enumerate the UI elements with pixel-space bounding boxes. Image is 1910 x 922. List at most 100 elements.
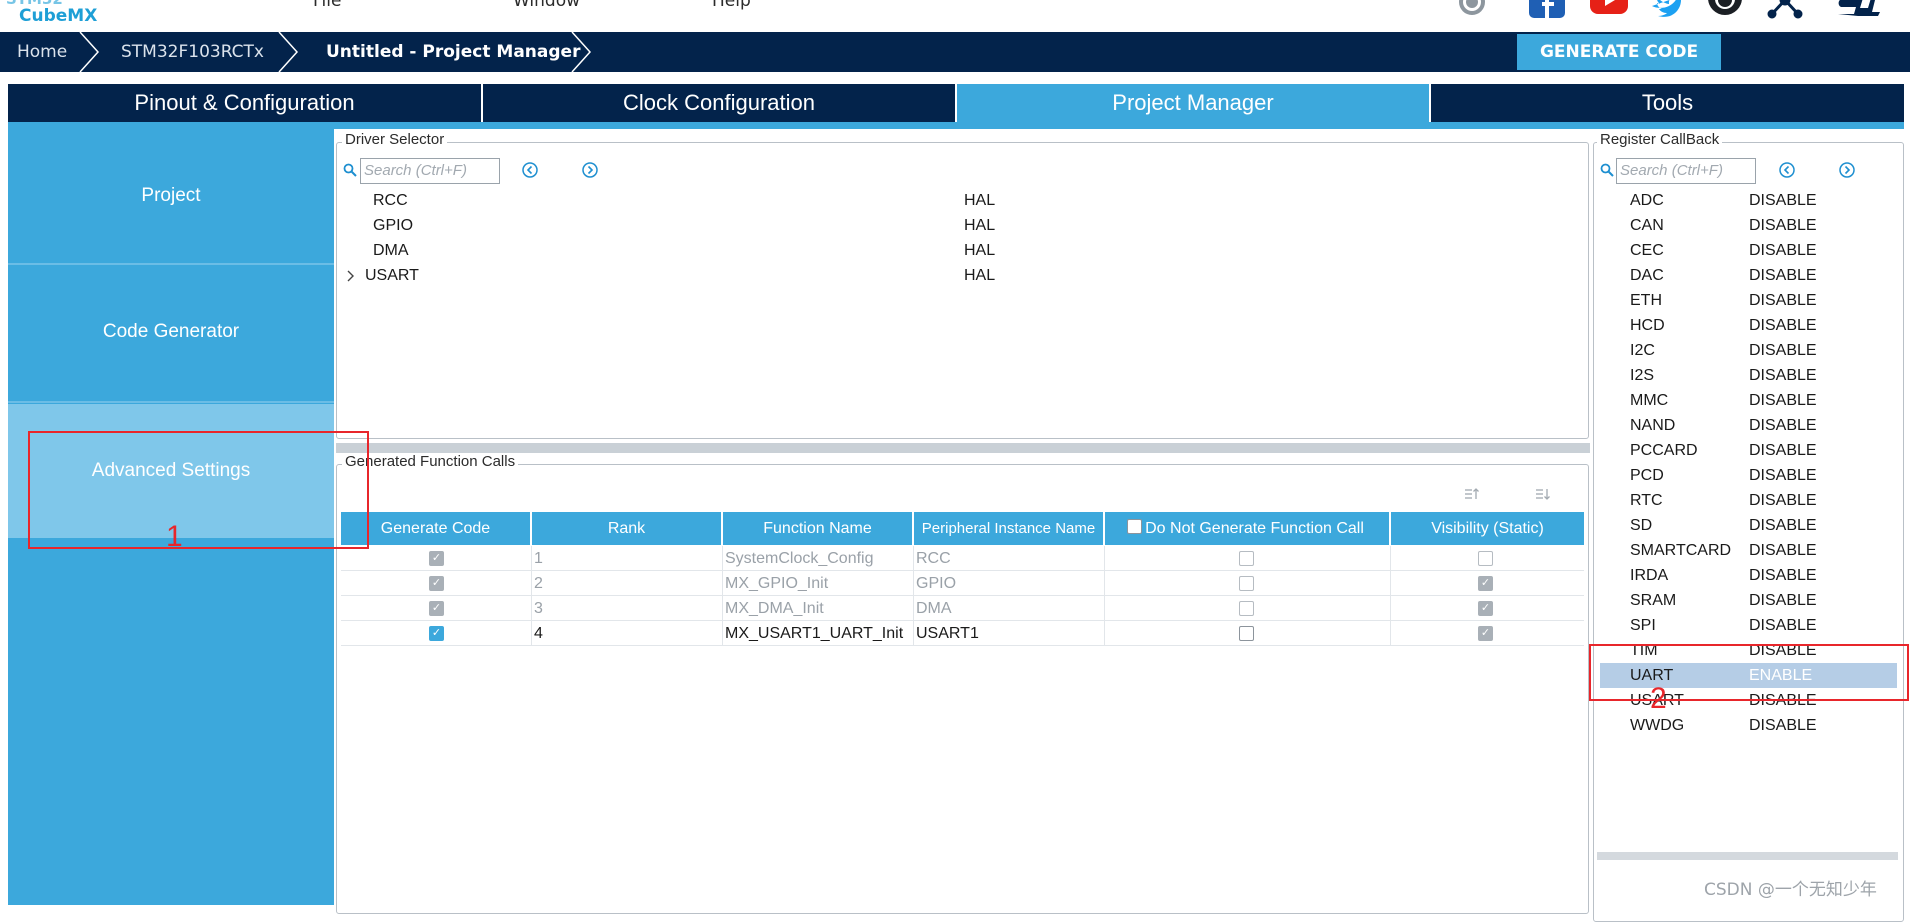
scrollbar[interactable] xyxy=(1597,852,1898,860)
nav-project[interactable]: Project xyxy=(8,129,334,263)
driver-row-value[interactable]: HAL xyxy=(964,263,995,288)
driver-row-value[interactable]: HAL xyxy=(964,238,995,263)
col-generate-code[interactable]: Generate Code xyxy=(341,512,532,545)
callback-state[interactable]: DISABLE xyxy=(1749,388,1817,413)
do-not-generate-checkbox[interactable] xyxy=(1239,576,1254,591)
callback-state[interactable]: DISABLE xyxy=(1749,413,1817,438)
callback-row[interactable]: ETH DISABLE xyxy=(1597,288,1897,313)
crumb-project-manager[interactable]: Untitled - Project Manager xyxy=(326,32,580,72)
splitter[interactable] xyxy=(336,443,1590,453)
twitter-icon[interactable] xyxy=(1650,0,1688,20)
callback-row[interactable]: RTC DISABLE xyxy=(1597,488,1897,513)
callback-row[interactable]: CEC DISABLE xyxy=(1597,238,1897,263)
generate-checkbox[interactable]: ✓ xyxy=(429,576,444,591)
menu-help[interactable]: Help xyxy=(712,0,751,11)
col-rank[interactable]: Rank xyxy=(532,512,723,545)
callback-state[interactable]: DISABLE xyxy=(1749,363,1817,388)
visibility-checkbox[interactable]: ✓ xyxy=(1478,576,1493,591)
callback-state[interactable]: DISABLE xyxy=(1749,613,1817,638)
callback-row[interactable]: PCCARD DISABLE xyxy=(1597,438,1897,463)
menu-window[interactable]: Window xyxy=(513,0,580,11)
crumb-home[interactable]: Home xyxy=(17,32,67,72)
visibility-checkbox[interactable]: ✓ xyxy=(1478,626,1493,641)
callback-state[interactable]: DISABLE xyxy=(1749,438,1817,463)
col-visibility[interactable]: Visibility (Static) xyxy=(1391,512,1584,545)
crumb-device[interactable]: STM32F103RCTx xyxy=(121,32,264,72)
callback-state[interactable]: DISABLE xyxy=(1749,188,1817,213)
tab-pinout-configuration[interactable]: Pinout & Configuration xyxy=(8,84,483,122)
tab-clock-configuration[interactable]: Clock Configuration xyxy=(483,84,957,122)
arrow-right-icon[interactable] xyxy=(1838,161,1856,179)
col-do-not-generate[interactable]: Do Not Generate Function Call xyxy=(1105,512,1391,545)
callback-state[interactable]: DISABLE xyxy=(1749,588,1817,613)
table-row[interactable]: ✓ 3 MX_DMA_Init DMA ✓ xyxy=(341,596,1584,621)
table-row[interactable]: ✓ 2 MX_GPIO_Init GPIO ✓ xyxy=(341,571,1584,596)
do-not-generate-all-checkbox[interactable] xyxy=(1127,519,1143,535)
do-not-generate-checkbox[interactable] xyxy=(1239,551,1254,566)
generate-checkbox[interactable]: ✓ xyxy=(429,551,444,566)
callback-state[interactable]: DISABLE xyxy=(1749,513,1817,538)
sort-down-icon[interactable] xyxy=(1533,486,1551,504)
share-icon[interactable] xyxy=(1766,0,1804,20)
callback-row[interactable]: IRDA DISABLE xyxy=(1597,563,1897,588)
callback-state[interactable]: DISABLE xyxy=(1749,463,1817,488)
callback-row[interactable]: ADC DISABLE xyxy=(1597,188,1897,213)
tab-tools[interactable]: Tools xyxy=(1431,84,1904,122)
callback-state[interactable]: DISABLE xyxy=(1749,488,1817,513)
col-peripheral-instance[interactable]: Peripheral Instance Name xyxy=(914,512,1105,545)
callback-state[interactable]: DISABLE xyxy=(1749,313,1817,338)
youtube-icon[interactable] xyxy=(1590,0,1628,20)
callback-state[interactable]: DISABLE xyxy=(1749,563,1817,588)
sort-up-icon[interactable] xyxy=(1462,486,1480,504)
table-row[interactable]: ✓ 4 MX_USART1_UART_Init USART1 ✓ xyxy=(341,621,1584,646)
do-not-generate-checkbox[interactable] xyxy=(1239,601,1254,616)
callback-row[interactable]: MMC DISABLE xyxy=(1597,388,1897,413)
github-icon[interactable] xyxy=(1706,0,1744,20)
driver-row-value[interactable]: HAL xyxy=(964,188,995,213)
callback-row[interactable]: SRAM DISABLE xyxy=(1597,588,1897,613)
generate-checkbox[interactable]: ✓ xyxy=(429,601,444,616)
generate-checkbox[interactable]: ✓ xyxy=(429,626,444,641)
callback-row[interactable]: NAND DISABLE xyxy=(1597,413,1897,438)
callback-search-input[interactable]: Search (Ctrl+F) xyxy=(1616,158,1756,184)
callback-state[interactable]: DISABLE xyxy=(1749,288,1817,313)
callback-row[interactable]: SD DISABLE xyxy=(1597,513,1897,538)
col-function-name[interactable]: Function Name xyxy=(723,512,914,545)
callback-row[interactable]: CAN DISABLE xyxy=(1597,213,1897,238)
callback-state[interactable]: DISABLE xyxy=(1749,538,1817,563)
st-logo-icon[interactable] xyxy=(1828,0,1888,20)
table-row[interactable]: ✓ 1 SystemClock_Config RCC xyxy=(341,546,1584,571)
arrow-left-icon[interactable] xyxy=(1778,161,1796,179)
callback-row[interactable]: DAC DISABLE xyxy=(1597,263,1897,288)
callback-state[interactable]: DISABLE xyxy=(1749,213,1817,238)
driver-row-name[interactable]: GPIO xyxy=(373,213,413,238)
driver-row-name[interactable]: RCC xyxy=(373,188,408,213)
anniversary-badge-icon[interactable] xyxy=(1454,0,1490,20)
chevron-right-icon[interactable] xyxy=(345,268,357,284)
driver-row-value[interactable]: HAL xyxy=(964,213,995,238)
callback-row[interactable]: SMARTCARD DISABLE xyxy=(1597,538,1897,563)
generate-code-button[interactable]: GENERATE CODE xyxy=(1517,34,1721,70)
callback-row[interactable]: I2S DISABLE xyxy=(1597,363,1897,388)
callback-row[interactable]: I2C DISABLE xyxy=(1597,338,1897,363)
callback-row[interactable]: PCD DISABLE xyxy=(1597,463,1897,488)
driver-search-input[interactable]: Search (Ctrl+F) xyxy=(360,158,500,184)
driver-row-name[interactable]: DMA xyxy=(373,238,409,263)
facebook-icon[interactable] xyxy=(1529,0,1567,20)
callback-state[interactable]: DISABLE xyxy=(1749,713,1817,738)
driver-row-name[interactable]: USART xyxy=(365,263,419,288)
callback-state[interactable]: DISABLE xyxy=(1749,338,1817,363)
tab-project-manager[interactable]: Project Manager xyxy=(957,84,1431,122)
menu-file[interactable]: File xyxy=(313,0,341,11)
visibility-checkbox[interactable] xyxy=(1478,551,1493,566)
visibility-checkbox[interactable]: ✓ xyxy=(1478,601,1493,616)
callback-row[interactable]: WWDG DISABLE xyxy=(1597,713,1897,738)
callback-row[interactable]: SPI DISABLE xyxy=(1597,613,1897,638)
do-not-generate-checkbox[interactable] xyxy=(1239,626,1254,641)
callback-row[interactable]: HCD DISABLE xyxy=(1597,313,1897,338)
arrow-right-icon[interactable] xyxy=(581,161,599,179)
callback-state[interactable]: DISABLE xyxy=(1749,263,1817,288)
callback-state[interactable]: DISABLE xyxy=(1749,238,1817,263)
arrow-left-icon[interactable] xyxy=(521,161,539,179)
nav-code-generator[interactable]: Code Generator xyxy=(8,265,334,399)
